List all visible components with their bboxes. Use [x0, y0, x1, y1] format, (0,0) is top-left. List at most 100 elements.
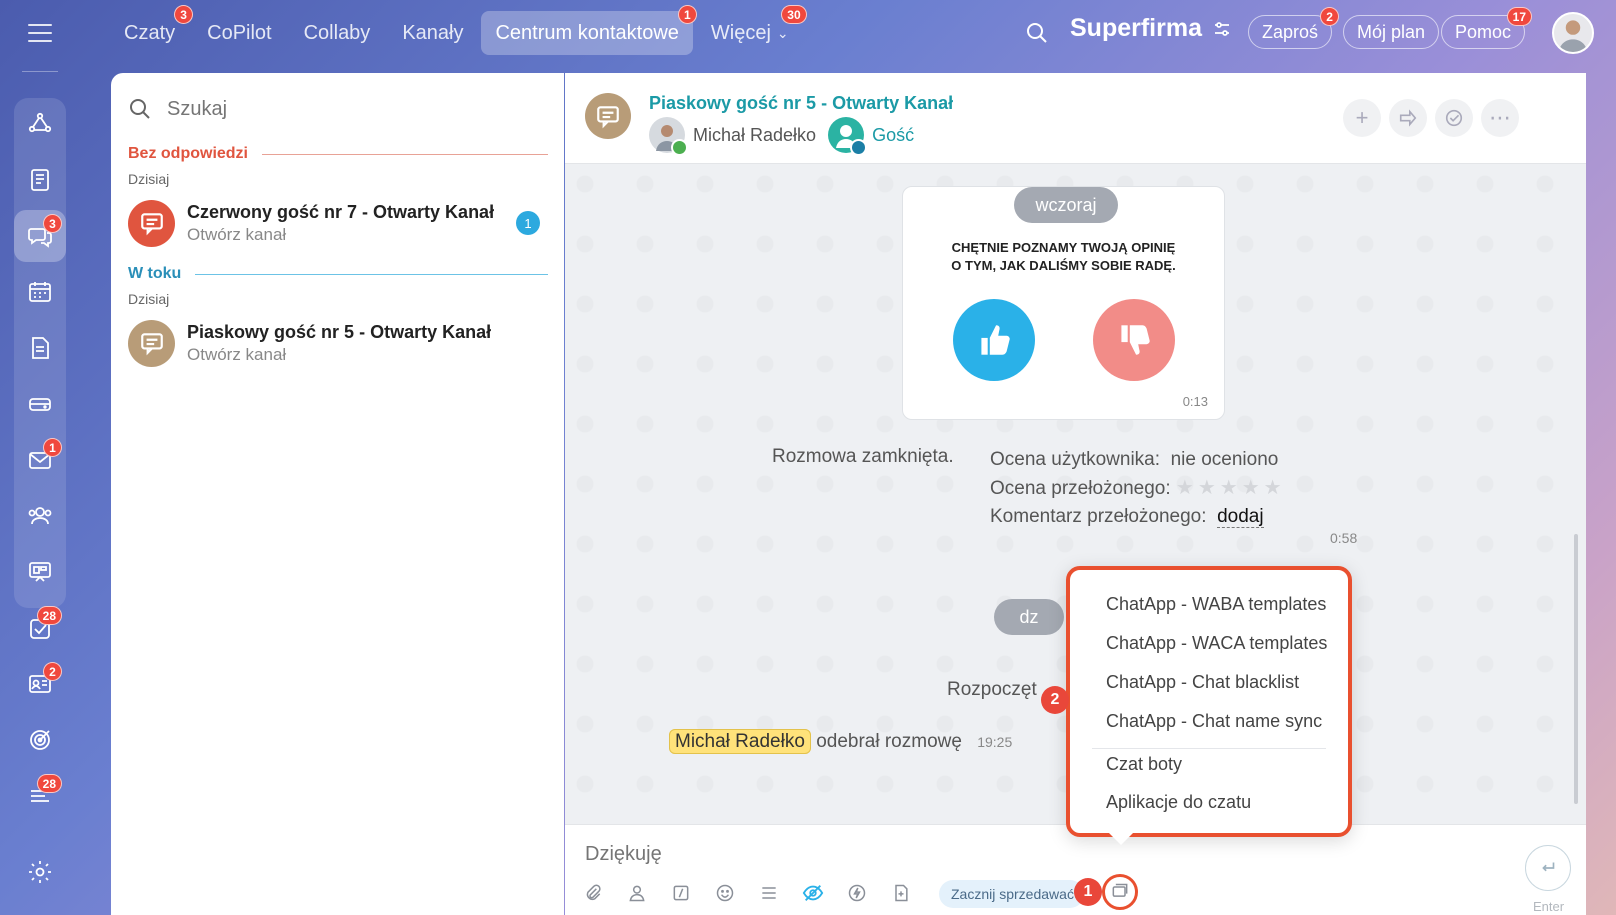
add-comment-link[interactable]: dodaj: [1217, 506, 1264, 528]
star-rating-icon[interactable]: ★★★★★: [1176, 477, 1286, 499]
chat-title[interactable]: Piaskowy gość nr 5 - Otwarty Kanał: [649, 93, 953, 114]
search-input[interactable]: [167, 97, 527, 121]
company-brand[interactable]: Superfirma: [1070, 14, 1232, 43]
conversation-item[interactable]: Czerwony gość nr 7 - Otwarty Kanał Otwór…: [128, 195, 548, 251]
operator-mention[interactable]: Michał Radełko: [669, 729, 811, 754]
left-rail: 3 1 28 2 28: [0, 0, 80, 915]
chat-bubble-icon: [128, 199, 175, 247]
scrollbar[interactable]: [1574, 534, 1578, 804]
emoji-icon[interactable]: [713, 881, 737, 905]
date-separator: wczoraj: [1014, 187, 1118, 223]
transfer-icon[interactable]: [1389, 99, 1427, 137]
tab-chats[interactable]: Czaty 3: [110, 5, 194, 55]
tab-badge: 30: [781, 5, 807, 24]
add-user-icon[interactable]: +: [1343, 99, 1381, 137]
rating-survey-card: wczoraj CHĘTNIE POZNAMY TWOJĄ OPINIĘ O T…: [902, 186, 1225, 420]
menu-item-waca-templates[interactable]: ChatApp - WACA templates: [1106, 633, 1327, 654]
tab-more[interactable]: Więcej ⌄ 30: [697, 5, 807, 55]
command-icon[interactable]: [669, 881, 693, 905]
lightning-icon[interactable]: [845, 881, 869, 905]
rail-feed-icon[interactable]: [14, 154, 66, 206]
search-bar[interactable]: [127, 91, 527, 127]
chat-apps-button[interactable]: [1102, 874, 1138, 910]
rail-divider: [22, 71, 58, 72]
rail-goals-icon[interactable]: [14, 714, 66, 766]
user-avatar[interactable]: [1552, 12, 1594, 54]
section-date: Dzisiaj: [128, 171, 170, 187]
menu-item-waba-templates[interactable]: ChatApp - WABA templates: [1106, 594, 1326, 615]
rail-copilot-icon[interactable]: [14, 98, 66, 150]
help-button[interactable]: Pomoc 17: [1441, 7, 1533, 49]
survey-line: CHĘTNIE POZNAMY TWOJĄ OPINIĘ: [951, 240, 1176, 255]
chevron-down-icon: ⌄: [776, 24, 789, 41]
menu-item-chat-apps[interactable]: Aplikacje do czatu: [1106, 792, 1251, 813]
rail-calendar-icon[interactable]: [14, 266, 66, 318]
rail-settings-icon[interactable]: [14, 846, 66, 898]
section-date: Dzisiaj: [128, 291, 170, 307]
start-selling-chip[interactable]: Zacznij sprzedawać: [939, 880, 1084, 908]
rail-crm-badge: 2: [43, 662, 62, 681]
rail-board-icon[interactable]: [14, 546, 66, 598]
rail-chats-icon[interactable]: 3: [14, 210, 66, 262]
finish-check-icon[interactable]: [1435, 99, 1473, 137]
rail-crm-icon[interactable]: 2: [14, 658, 66, 710]
rail-tasks-badge: 28: [36, 606, 62, 625]
chat-bubble-icon: [585, 93, 631, 139]
settings-sliders-icon: [1214, 21, 1229, 36]
invite-button[interactable]: Zaproś 2: [1248, 7, 1340, 49]
rail-drive-icon[interactable]: [14, 378, 66, 430]
rail-automation-badge: 28: [36, 774, 62, 793]
date-separator: dz: [994, 599, 1064, 635]
conversation-subtitle: Otwórz kanał: [187, 224, 287, 244]
conversation-subtitle: Otwórz kanał: [187, 344, 287, 364]
guest-avatar[interactable]: [828, 117, 868, 156]
rail-tasks-icon[interactable]: 28: [14, 602, 66, 654]
enter-arrow-icon: [1542, 862, 1555, 872]
rail-team-icon[interactable]: [14, 490, 66, 542]
operator-name[interactable]: Michał Radełko: [693, 125, 816, 146]
more-icon[interactable]: ⋯: [1481, 99, 1519, 137]
attach-icon[interactable]: [581, 881, 605, 905]
conversation-started-text: Rozpoczęt: [947, 679, 1037, 700]
invite-label: Zaproś: [1262, 21, 1319, 42]
accepted-text: odebrał rozmowę: [816, 731, 962, 752]
thumb-down-icon[interactable]: [1093, 299, 1175, 381]
menu-item-chat-name-sync[interactable]: ChatApp - Chat name sync: [1106, 711, 1322, 732]
person-icon: [1558, 20, 1588, 52]
chat-apps-menu: ChatApp - WABA templates ChatApp - WACA …: [1066, 566, 1352, 837]
message-time: 0:13: [1182, 394, 1208, 409]
tab-collaby[interactable]: Collaby: [290, 11, 385, 55]
my-plan-button[interactable]: Mój plan: [1343, 15, 1440, 49]
plan-label: Mój plan: [1357, 21, 1426, 42]
rail-mail-icon[interactable]: 1: [14, 434, 66, 486]
tab-copilot[interactable]: CoPilot: [193, 11, 285, 55]
step-2-marker: 2: [1041, 686, 1069, 714]
contact-icon[interactable]: [625, 881, 649, 905]
guest-name[interactable]: Gość: [872, 125, 914, 146]
message-input[interactable]: [585, 843, 1085, 866]
top-nav: Czaty 3 CoPilot Collaby Kanały Centrum k…: [110, 5, 807, 56]
conversation-item[interactable]: Piaskowy gość nr 5 - Otwarty Kanał Otwór…: [128, 315, 548, 371]
menu-item-chat-blacklist[interactable]: ChatApp - Chat blacklist: [1106, 672, 1299, 693]
tab-channels[interactable]: Kanały: [388, 11, 477, 55]
search-icon[interactable]: [1024, 20, 1050, 46]
tab-contact-center[interactable]: Centrum kontaktowe 1: [481, 5, 697, 55]
menu-icon[interactable]: [28, 24, 52, 42]
conversation-title: Piaskowy gość nr 5 - Otwarty Kanał: [187, 321, 492, 342]
quick-answers-icon[interactable]: [757, 881, 781, 905]
conversation-title: Czerwony gość nr 7 - Otwarty Kanał: [187, 201, 495, 222]
send-button[interactable]: [1525, 845, 1571, 891]
visibility-off-icon[interactable]: [801, 881, 825, 905]
operator-avatar[interactable]: [649, 117, 688, 156]
rating-summary: Ocena użytkownika: nie oceniono Ocena pr…: [990, 446, 1286, 531]
rail-mail-badge: 1: [43, 438, 62, 457]
tab-label: Collaby: [303, 21, 371, 44]
section-title: Bez odpowiedzi: [128, 145, 248, 162]
menu-item-chat-bots[interactable]: Czat boty: [1106, 754, 1182, 775]
help-label: Pomoc: [1455, 21, 1512, 42]
form-icon[interactable]: [889, 881, 913, 905]
invite-badge: 2: [1320, 7, 1340, 26]
thumb-up-icon[interactable]: [953, 299, 1035, 381]
rail-automation-icon[interactable]: 28: [14, 770, 66, 822]
rail-docs-icon[interactable]: [14, 322, 66, 374]
